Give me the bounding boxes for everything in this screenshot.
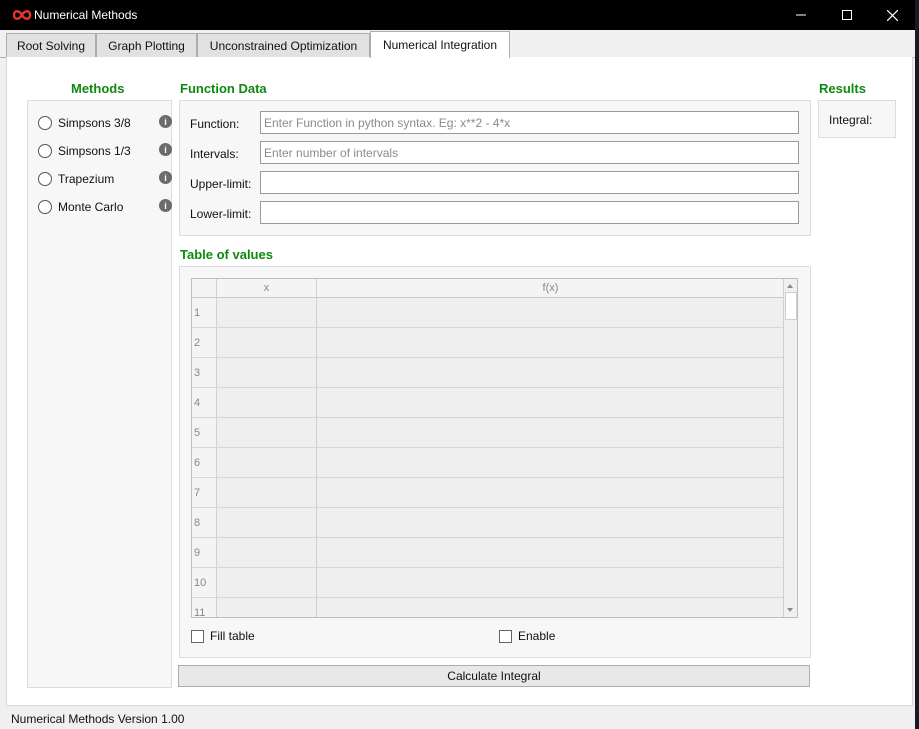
table-cell-x[interactable]	[217, 568, 317, 598]
table-cell-fx[interactable]	[317, 508, 785, 538]
intervals-input[interactable]	[260, 141, 799, 164]
method-option-simpsons-3-8[interactable]: Simpsons 3/8 i	[38, 113, 172, 133]
intervals-label: Intervals:	[190, 147, 239, 161]
scroll-down-arrow-icon[interactable]	[784, 605, 796, 615]
fill-table-label: Fill table	[210, 629, 255, 643]
method-option-simpsons-1-3[interactable]: Simpsons 1/3 i	[38, 141, 172, 161]
title-bar[interactable]: Numerical Methods	[0, 0, 915, 30]
methods-title: Methods	[71, 81, 125, 96]
table-cell-fx[interactable]	[317, 568, 785, 598]
tab-bar: Root Solving Graph Plotting Unconstraine…	[0, 30, 915, 58]
method-label: Simpsons 3/8	[58, 116, 131, 130]
function-data-group: Function: Intervals: Upper-limit: Lower-…	[179, 100, 811, 236]
column-header-fx[interactable]: f(x)	[317, 279, 785, 298]
table-cell-fx[interactable]	[317, 448, 785, 478]
row-header[interactable]: 9	[192, 538, 217, 568]
row-header[interactable]: 7	[192, 478, 217, 508]
minimize-icon	[796, 14, 806, 16]
app-window: Numerical Methods Root Solving Graph Plo…	[0, 0, 915, 729]
table-cell-fx[interactable]	[317, 358, 785, 388]
table-of-values-group: x f(x) 1 2 3 4 5 6 7 8 9 10 11 Fill table Enable	[179, 266, 811, 658]
function-label: Function:	[190, 117, 240, 131]
maximize-icon	[842, 10, 852, 20]
background-desktop-strip	[915, 0, 919, 729]
method-option-trapezium[interactable]: Trapezium i	[38, 169, 172, 189]
row-header[interactable]: 1	[192, 298, 217, 328]
table-cell-x[interactable]	[217, 298, 317, 328]
lower-limit-label: Lower-limit:	[190, 207, 252, 221]
row-header[interactable]: 2	[192, 328, 217, 358]
method-option-monte-carlo[interactable]: Monte Carlo i	[38, 197, 172, 217]
scrollbar-thumb[interactable]	[785, 292, 797, 320]
status-bar: Numerical Methods Version 1.00	[0, 707, 915, 729]
results-group: Integral:	[818, 100, 896, 138]
method-label: Monte Carlo	[58, 200, 124, 214]
info-icon[interactable]: i	[159, 143, 172, 156]
table-cell-fx[interactable]	[317, 478, 785, 508]
numerical-integration-page: Methods Simpsons 3/8 i Simpsons 1/3 i Tr…	[6, 57, 913, 706]
infinity-logo-icon	[12, 10, 32, 20]
radio-button[interactable]	[38, 200, 52, 214]
table-cell-fx[interactable]	[317, 418, 785, 448]
radio-button[interactable]	[38, 116, 52, 130]
table-cell-x[interactable]	[217, 538, 317, 568]
methods-group: Simpsons 3/8 i Simpsons 1/3 i Trapezium …	[27, 100, 172, 688]
radio-button[interactable]	[38, 144, 52, 158]
row-header[interactable]: 10	[192, 568, 217, 598]
column-header-x[interactable]: x	[217, 279, 317, 298]
scroll-up-arrow-icon[interactable]	[784, 281, 796, 291]
minimize-button[interactable]	[778, 0, 824, 30]
tab-graph-plotting[interactable]: Graph Plotting	[96, 33, 197, 57]
info-icon[interactable]: i	[159, 171, 172, 184]
method-label: Trapezium	[58, 172, 115, 186]
table-cell-fx[interactable]	[317, 388, 785, 418]
table-cell-fx[interactable]	[317, 538, 785, 568]
row-header[interactable]: 8	[192, 508, 217, 538]
upper-limit-input[interactable]	[260, 171, 799, 194]
function-data-title: Function Data	[180, 81, 267, 96]
row-header[interactable]: 3	[192, 358, 217, 388]
table-cell-fx[interactable]	[317, 298, 785, 328]
results-title: Results	[819, 81, 866, 96]
vertical-scrollbar[interactable]	[783, 279, 797, 617]
close-button[interactable]	[869, 0, 915, 30]
table-cell-x[interactable]	[217, 508, 317, 538]
row-header[interactable]: 4	[192, 388, 217, 418]
window-title: Numerical Methods	[34, 8, 138, 22]
table-cell-x[interactable]	[217, 328, 317, 358]
fill-table-checkbox[interactable]	[191, 630, 204, 643]
radio-button[interactable]	[38, 172, 52, 186]
values-table[interactable]: x f(x) 1 2 3 4 5 6 7 8 9 10 11	[191, 278, 798, 618]
enable-checkbox[interactable]	[499, 630, 512, 643]
method-label: Simpsons 1/3	[58, 144, 131, 158]
function-input[interactable]	[260, 111, 799, 134]
table-cell-x[interactable]	[217, 388, 317, 418]
table-cell-x[interactable]	[217, 598, 317, 617]
table-cell-x[interactable]	[217, 358, 317, 388]
version-status-text: Numerical Methods Version 1.00	[11, 712, 185, 726]
maximize-button[interactable]	[824, 0, 870, 30]
row-header[interactable]: 11	[192, 598, 217, 617]
info-icon[interactable]: i	[159, 199, 172, 212]
upper-limit-label: Upper-limit:	[190, 177, 252, 191]
calculate-integral-button[interactable]: Calculate Integral	[178, 665, 810, 687]
info-icon[interactable]: i	[159, 115, 172, 128]
row-header[interactable]: 6	[192, 448, 217, 478]
tab-numerical-integration[interactable]: Numerical Integration	[370, 31, 510, 58]
tab-unconstrained-optimization[interactable]: Unconstrained Optimization	[197, 33, 370, 57]
close-icon	[886, 9, 898, 21]
integral-label: Integral:	[829, 113, 873, 127]
row-header[interactable]: 5	[192, 418, 217, 448]
table-cell-fx[interactable]	[317, 328, 785, 358]
table-of-values-title: Table of values	[180, 247, 273, 262]
table-cell-fx[interactable]	[317, 598, 785, 617]
lower-limit-input[interactable]	[260, 201, 799, 224]
enable-label: Enable	[518, 629, 556, 643]
table-cell-x[interactable]	[217, 448, 317, 478]
table-corner	[192, 279, 217, 298]
table-cell-x[interactable]	[217, 418, 317, 448]
table-cell-x[interactable]	[217, 478, 317, 508]
tab-root-solving[interactable]: Root Solving	[6, 33, 96, 57]
